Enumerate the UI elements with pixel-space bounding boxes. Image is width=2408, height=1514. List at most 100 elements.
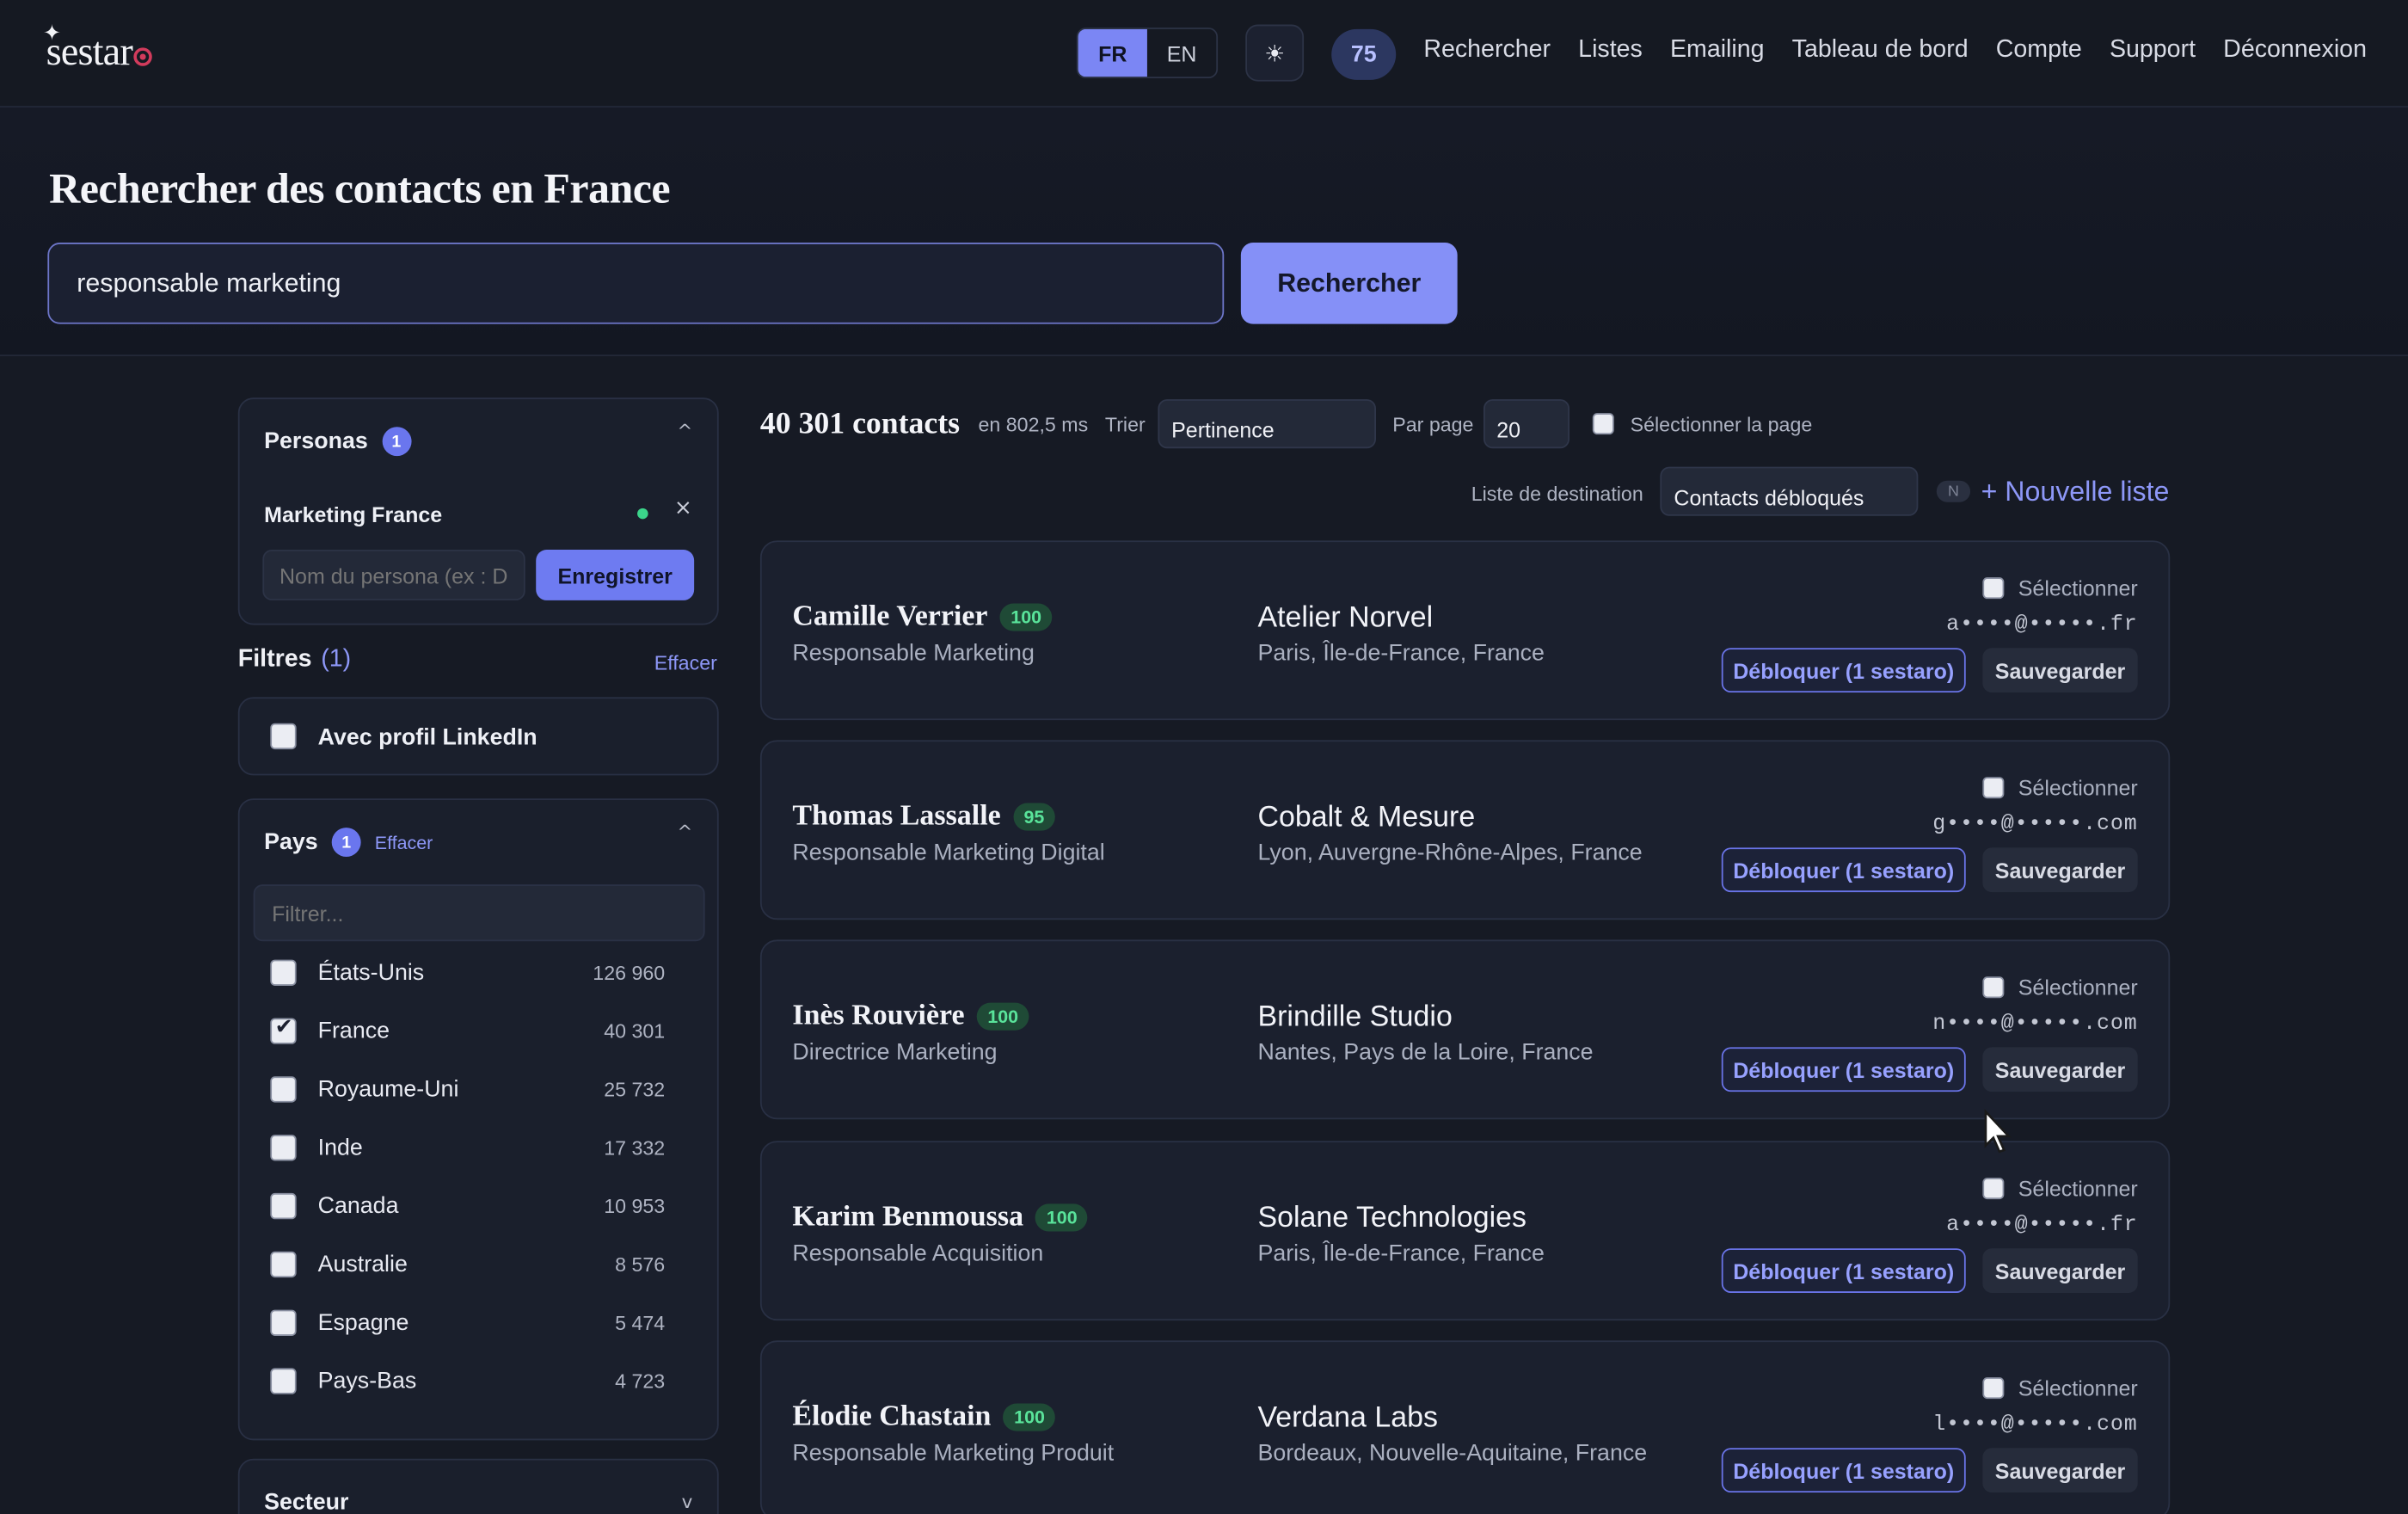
- country-option[interactable]: Inde 17 332: [270, 1129, 665, 1166]
- list-toggle[interactable]: N: [1936, 480, 1971, 502]
- select-label: Sélectionner: [2018, 1176, 2138, 1201]
- select-checkbox[interactable]: [1982, 1178, 2005, 1200]
- nav-link-compte[interactable]: Compte: [1996, 37, 2082, 65]
- country-name: États-Unis: [317, 958, 425, 986]
- country-option[interactable]: Pays-Bas 4 723: [270, 1362, 665, 1399]
- country-count-badge: 1: [331, 828, 361, 858]
- country-count: 10 953: [604, 1193, 666, 1217]
- filters-count: (1): [321, 646, 352, 673]
- country-title: Pays: [264, 828, 318, 856]
- select-checkbox[interactable]: [1982, 1377, 2005, 1400]
- persona-item[interactable]: Marketing France: [264, 499, 442, 528]
- top-nav: ✦ sestar FR EN ☀ 75 Rechercher Listes Em…: [0, 0, 2408, 108]
- save-persona-button[interactable]: Enregistrer: [536, 550, 695, 600]
- country-option[interactable]: Canada 10 953: [270, 1187, 665, 1224]
- list-toggle-text: N: [1947, 483, 1959, 501]
- country-checkbox[interactable]: [270, 1367, 297, 1394]
- country-option[interactable]: France 40 301: [270, 1012, 665, 1049]
- select-contact[interactable]: Sélectionner: [1982, 1176, 2138, 1201]
- chevron-down-icon[interactable]: v: [682, 1491, 693, 1512]
- new-list-link[interactable]: + Nouvelle liste: [1981, 476, 2170, 508]
- save-contact-button[interactable]: Sauvegarder: [1982, 1448, 2138, 1493]
- select-label: Sélectionner: [2018, 1376, 2138, 1400]
- nav-link-support[interactable]: Support: [2110, 37, 2196, 65]
- nav-link-rechercher[interactable]: Rechercher: [1423, 37, 1551, 65]
- country-count: 126 960: [593, 960, 666, 984]
- theme-toggle-button[interactable]: ☀: [1245, 24, 1305, 82]
- country-option[interactable]: Royaume-Uni 25 732: [270, 1070, 665, 1107]
- sort-label: Trier: [1104, 412, 1146, 436]
- country-option[interactable]: Australie 8 576: [270, 1246, 665, 1283]
- contact-name[interactable]: Karim Benmoussa: [792, 1201, 1023, 1234]
- nav-link-deconnexion[interactable]: Déconnexion: [2223, 37, 2367, 65]
- per-page-select[interactable]: 20: [1483, 399, 1570, 449]
- select-checkbox[interactable]: [1982, 777, 2005, 799]
- country-checkbox[interactable]: [270, 1250, 297, 1277]
- linkedin-filter[interactable]: Avec profil LinkedIn: [237, 697, 719, 776]
- sort-select[interactable]: Pertinence: [1158, 399, 1376, 449]
- country-checkbox[interactable]: [270, 1308, 297, 1336]
- results-time: en 802,5 ms: [978, 412, 1089, 436]
- unlock-button[interactable]: Débloquer (1 sestaro): [1721, 1047, 1966, 1092]
- select-checkbox[interactable]: [1982, 976, 2005, 999]
- contact-card: Camille Verrier 100 Responsable Marketin…: [759, 540, 2171, 721]
- save-contact-button[interactable]: Sauvegarder: [1982, 847, 2138, 893]
- sector-filter-panel[interactable]: Secteur v: [237, 1458, 719, 1514]
- sun-icon: ☀: [1264, 39, 1286, 67]
- persona-name-input[interactable]: [262, 550, 525, 600]
- close-icon[interactable]: ×: [674, 496, 692, 521]
- lang-fr-button[interactable]: FR: [1078, 28, 1147, 77]
- clear-filters-link[interactable]: Effacer: [654, 651, 717, 674]
- contact-location: Bordeaux, Nouvelle-Aquitaine, France: [1257, 1440, 1648, 1467]
- select-contact[interactable]: Sélectionner: [1982, 1376, 2138, 1400]
- spark-icon: ✦: [43, 21, 61, 46]
- country-checkbox[interactable]: [270, 1014, 297, 1043]
- search-button[interactable]: Rechercher: [1240, 243, 1458, 324]
- select-contact[interactable]: Sélectionner: [1982, 575, 2138, 600]
- country-option[interactable]: Espagne 5 474: [270, 1303, 665, 1340]
- contact-name-row: Camille Verrier 100: [792, 600, 1053, 634]
- unlock-button[interactable]: Débloquer (1 sestaro): [1721, 847, 1966, 893]
- select-contact[interactable]: Sélectionner: [1982, 775, 2138, 800]
- country-checkbox[interactable]: [270, 1134, 297, 1160]
- contact-name[interactable]: Thomas Lassalle: [792, 800, 1000, 834]
- search-input[interactable]: [47, 243, 1225, 324]
- chevron-up-icon[interactable]: ^: [677, 822, 692, 843]
- nav-link-listes[interactable]: Listes: [1578, 37, 1643, 65]
- contact-name[interactable]: Camille Verrier: [792, 600, 987, 634]
- select-page-checkbox[interactable]: [1591, 413, 1613, 435]
- country-checkbox[interactable]: [270, 1075, 297, 1102]
- contact-company: Brindille Studio: [1257, 1000, 1453, 1034]
- country-checkbox[interactable]: [270, 1192, 297, 1219]
- select-contact[interactable]: Sélectionner: [1982, 975, 2138, 1000]
- select-label: Sélectionner: [2018, 775, 2138, 800]
- save-contact-button[interactable]: Sauvegarder: [1982, 1248, 2138, 1293]
- brand-logo[interactable]: ✦ sestar: [43, 21, 153, 83]
- clear-country-link[interactable]: Effacer: [375, 832, 433, 853]
- country-count: 40 301: [604, 1019, 666, 1043]
- credits-badge[interactable]: 75: [1331, 28, 1397, 80]
- country-count: 25 732: [604, 1077, 666, 1100]
- country-name: Pays-Bas: [317, 1367, 417, 1394]
- save-contact-button[interactable]: Sauvegarder: [1982, 1047, 2138, 1092]
- unlock-button[interactable]: Débloquer (1 sestaro): [1721, 648, 1966, 693]
- country-option[interactable]: États-Unis 126 960: [270, 953, 665, 990]
- country-header[interactable]: Pays 1 Effacer: [264, 828, 433, 858]
- linkedin-checkbox[interactable]: [270, 723, 297, 750]
- nav-link-tableau-de-bord[interactable]: Tableau de bord: [1792, 37, 1969, 65]
- unlock-button[interactable]: Débloquer (1 sestaro): [1721, 1448, 1966, 1493]
- country-filter-input[interactable]: [253, 884, 705, 942]
- contact-name[interactable]: Élodie Chastain: [792, 1400, 991, 1434]
- lang-en-button[interactable]: EN: [1147, 29, 1216, 77]
- select-checkbox[interactable]: [1982, 577, 2005, 600]
- destination-select[interactable]: Contacts débloqués: [1660, 466, 1919, 516]
- country-name: Espagne: [317, 1308, 409, 1336]
- nav-link-emailing[interactable]: Emailing: [1670, 37, 1765, 65]
- unlock-button[interactable]: Débloquer (1 sestaro): [1721, 1248, 1966, 1293]
- select-page-label: Sélectionner la page: [1630, 412, 1813, 436]
- personas-header[interactable]: Personas 1: [264, 427, 411, 457]
- contact-name[interactable]: Inès Rouvière: [792, 1000, 964, 1033]
- country-checkbox[interactable]: [270, 958, 297, 986]
- chevron-up-icon[interactable]: ^: [677, 421, 692, 442]
- save-contact-button[interactable]: Sauvegarder: [1982, 648, 2138, 693]
